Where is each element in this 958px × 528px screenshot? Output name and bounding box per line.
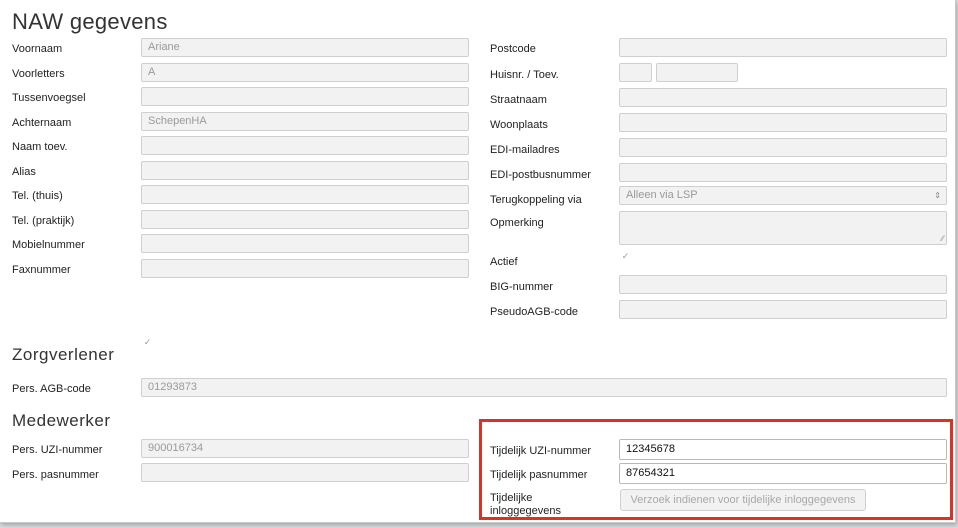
naw-field-input[interactable]: SchepenHA [141, 112, 469, 131]
opmerking-label: Opmerking [490, 217, 544, 229]
naw-field-label: Tel. (praktijk) [12, 215, 75, 227]
naw-field-input[interactable] [141, 136, 469, 155]
terugkoppeling-select[interactable]: Alleen via LSP ⇕ [619, 186, 947, 205]
edi-mail-label: EDI-mailadres [490, 144, 560, 156]
actief-checkbox[interactable]: ✓ [621, 252, 630, 261]
page-title: NAW gegevens [12, 9, 168, 34]
actief-label: Actief [490, 256, 518, 268]
naw-field-label: Voorletters [12, 68, 65, 80]
zorgverlener-checkbox[interactable]: ✓ [143, 338, 152, 347]
edi-mail-field[interactable] [619, 138, 947, 157]
agb-field[interactable]: 01293873 [141, 378, 947, 397]
straatnaam-label: Straatnaam [490, 94, 547, 106]
pasnummer-label: Pers. pasnummer [12, 469, 99, 481]
big-label: BIG-nummer [490, 281, 553, 293]
naw-field-label: Faxnummer [12, 264, 71, 276]
select-arrows-icon: ⇕ [934, 191, 941, 200]
naw-field-input[interactable] [141, 185, 469, 204]
postcode-field[interactable] [619, 38, 947, 57]
terugkoppeling-selected: Alleen via LSP [626, 189, 698, 201]
big-field[interactable] [619, 275, 947, 294]
uzi-label: Pers. UZI-nummer [12, 444, 103, 456]
uzi-field[interactable]: 900016734 [141, 439, 469, 458]
resize-grip-icon: ∕∕ [941, 234, 944, 243]
naw-field-input[interactable] [141, 234, 469, 253]
straatnaam-field[interactable] [619, 88, 947, 107]
naw-field-label: Alias [12, 166, 36, 178]
naw-field-label: Naam toev. [12, 141, 68, 153]
opmerking-textarea[interactable]: ∕∕ [619, 211, 947, 245]
postcode-label: Postcode [490, 43, 536, 55]
pseudo-agb-label: PseudoAGB-code [490, 306, 579, 318]
pseudo-agb-field[interactable] [619, 300, 947, 319]
woonplaats-field[interactable] [619, 113, 947, 132]
naw-panel: NAW gegevens Voornaam Ariane Voorletters A T… [0, 0, 956, 523]
agb-label: Pers. AGB-code [12, 383, 91, 395]
zorgverlener-title: Zorgverlener [12, 345, 115, 364]
naw-field-label: Voornaam [12, 43, 63, 55]
check-icon: ✓ [621, 251, 630, 261]
naw-field-label: Tel. (thuis) [12, 190, 63, 202]
huisnummer-field[interactable] [619, 63, 652, 82]
edi-postbus-field[interactable] [619, 163, 947, 182]
naw-field-label: Achternaam [12, 117, 72, 129]
naw-field-input[interactable]: A [141, 63, 469, 82]
check-icon: ✓ [143, 337, 152, 347]
naw-field-input[interactable] [141, 259, 469, 278]
medewerker-title: Medewerker [12, 411, 111, 430]
toevoeging-field[interactable] [656, 63, 738, 82]
edi-postbus-label: EDI-postbusnummer [490, 169, 591, 181]
highlight-box [479, 419, 953, 520]
naw-field-input[interactable] [141, 161, 469, 180]
pasnummer-field[interactable] [141, 463, 469, 482]
naw-field-label: Mobielnummer [12, 239, 85, 251]
huisnr-label: Huisnr. / Toev. [490, 69, 559, 81]
naw-field-input[interactable]: Ariane [141, 38, 469, 57]
woonplaats-label: Woonplaats [490, 119, 548, 131]
naw-field-input[interactable] [141, 210, 469, 229]
terugkoppeling-label: Terugkoppeling via [490, 194, 582, 206]
naw-field-input[interactable] [141, 87, 469, 106]
naw-field-label: Tussenvoegsel [12, 92, 86, 104]
